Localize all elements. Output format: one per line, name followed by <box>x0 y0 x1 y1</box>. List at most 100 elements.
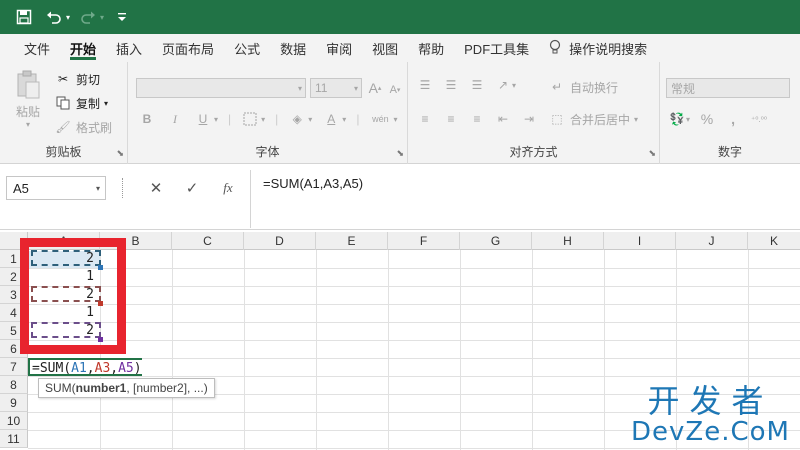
tell-me-label: 操作说明搜索 <box>569 41 648 57</box>
borders-dropdown-icon[interactable]: ▾ <box>261 115 265 124</box>
tab-home[interactable]: 开始 <box>60 34 106 62</box>
currency-dropdown-icon[interactable]: ▾ <box>686 115 690 124</box>
cut-button[interactable]: ✂ 剪切 <box>54 70 100 88</box>
formula-ref-a3: A3 <box>94 361 111 376</box>
tab-review[interactable]: 审阅 <box>316 34 362 62</box>
alignment-group-label: 对齐方式 <box>509 145 558 159</box>
font-color-dropdown-icon[interactable]: ▾ <box>342 115 346 124</box>
check-icon: ✓ <box>185 180 199 197</box>
align-bottom-icon[interactable]: ☰ <box>468 76 486 94</box>
fill-color-icon[interactable]: ◈ <box>288 110 306 128</box>
font-size-combo[interactable]: 11 ▾ <box>310 78 362 98</box>
borders-icon[interactable] <box>241 110 259 128</box>
enter-formula-button[interactable]: ✓ <box>180 178 204 198</box>
align-middle-icon[interactable]: ☰ <box>442 76 460 94</box>
undo-dropdown-icon[interactable]: ▾ <box>66 13 70 22</box>
merge-dropdown-icon[interactable]: ▾ <box>634 115 638 124</box>
name-box-value: A5 <box>13 180 29 196</box>
formula-bar-grip[interactable] <box>122 178 124 198</box>
number-format-combo[interactable]: 常规 <box>666 78 790 98</box>
decrease-indent-icon[interactable]: ⇤ <box>494 110 512 128</box>
shrink-font-icon[interactable]: A ▾ <box>386 81 404 99</box>
increase-decimal-icon[interactable]: ⁺⁰.⁰⁰ <box>750 110 768 128</box>
column-header-c[interactable]: C <box>172 232 244 250</box>
row-header[interactable]: 7 <box>0 358 28 376</box>
fill-dropdown-icon[interactable]: ▾ <box>308 115 312 124</box>
tab-view[interactable]: 视图 <box>362 34 408 62</box>
redo-dropdown-icon[interactable]: ▾ <box>100 13 104 22</box>
undo-icon[interactable] <box>42 5 66 29</box>
italic-button[interactable]: I <box>166 110 184 128</box>
cancel-formula-button[interactable]: ✕ <box>144 178 168 198</box>
clipboard-launcher-icon[interactable]: ⬊ <box>116 148 124 159</box>
column-header-j[interactable]: J <box>676 232 748 250</box>
customize-icon[interactable] <box>110 5 134 29</box>
function-tooltip[interactable]: SUM(number1, [number2], ...) <box>38 378 215 398</box>
format-painter-label: 格式刷 <box>76 120 113 135</box>
formula-suffix: ) <box>133 361 142 376</box>
copy-label: 复制 <box>76 96 101 111</box>
cell-a7-editor[interactable]: =SUM(A1,A3,A5) <box>28 358 142 376</box>
quick-access-toolbar: ▾ ▾ <box>0 0 134 34</box>
align-right-icon[interactable]: ≡ <box>468 110 486 128</box>
column-header-f[interactable]: F <box>388 232 460 250</box>
phonetic-icon[interactable]: wén <box>369 110 391 128</box>
align-left-icon[interactable]: ≡ <box>416 110 434 128</box>
copy-button[interactable]: 复制 ▾ <box>54 94 108 112</box>
formula-prefix: =SUM( <box>32 361 72 376</box>
tab-help[interactable]: 帮助 <box>408 34 454 62</box>
save-icon[interactable] <box>12 5 36 29</box>
bold-button[interactable]: B <box>138 110 156 128</box>
underline-button[interactable]: U <box>194 110 212 128</box>
scissors-icon: ✂ <box>57 72 69 86</box>
alignment-launcher-icon[interactable]: ⬊ <box>648 148 656 159</box>
tell-me-search[interactable]: 操作说明搜索 <box>539 34 657 62</box>
font-name-combo[interactable]: ▾ <box>136 78 306 98</box>
row-header[interactable]: 9 <box>0 394 28 412</box>
chevron-down-icon[interactable]: ▾ <box>96 184 100 193</box>
align-top-icon[interactable]: ☰ <box>416 76 434 94</box>
row-header[interactable]: 8 <box>0 376 28 394</box>
paste-button[interactable]: 粘贴 ▾ <box>12 70 44 129</box>
tab-file[interactable]: 文件 <box>14 34 60 62</box>
row-header[interactable]: 11 <box>0 430 28 448</box>
tab-data[interactable]: 数据 <box>270 34 316 62</box>
merge-center-button[interactable]: ⬚ 合并后居中 ▾ <box>548 110 638 128</box>
phonetic-dropdown-icon[interactable]: ▾ <box>393 115 397 124</box>
align-center-icon[interactable]: ≡ <box>442 110 460 128</box>
merge-center-label: 合并后居中 <box>570 112 631 127</box>
orientation-icon[interactable]: ↗ <box>494 76 512 94</box>
increase-indent-icon[interactable]: ⇥ <box>520 110 538 128</box>
wrap-text-button[interactable]: ↵ 自动换行 <box>548 78 618 96</box>
percent-button[interactable]: % <box>698 110 716 128</box>
column-header-h[interactable]: H <box>532 232 604 250</box>
row-header[interactable]: 10 <box>0 412 28 430</box>
format-painter-button[interactable]: 🖌 格式刷 <box>54 118 112 136</box>
column-header-e[interactable]: E <box>316 232 388 250</box>
column-header-i[interactable]: I <box>604 232 676 250</box>
tab-formulas[interactable]: 公式 <box>224 34 270 62</box>
fx-icon: fx <box>223 180 233 195</box>
grow-font-icon[interactable]: A ▴ <box>366 79 384 97</box>
comma-button[interactable]: , <box>724 110 742 128</box>
column-header-g[interactable]: G <box>460 232 532 250</box>
font-color-icon[interactable]: A <box>322 110 340 128</box>
redo-icon[interactable] <box>76 5 100 29</box>
formula-input[interactable]: =SUM(A1,A3,A5) <box>250 170 800 228</box>
font-launcher-icon[interactable]: ⬊ <box>396 148 404 159</box>
paste-label: 粘贴 <box>15 105 40 119</box>
cut-label: 剪切 <box>76 72 101 87</box>
orientation-dropdown-icon[interactable]: ▾ <box>512 81 516 90</box>
tab-pdf-tools[interactable]: PDF工具集 <box>454 34 539 62</box>
name-box[interactable]: A5 ▾ <box>6 176 106 200</box>
column-header-k[interactable]: K <box>748 232 800 250</box>
number-format-value: 常规 <box>671 81 696 96</box>
currency-icon[interactable]: 💱 <box>668 110 686 128</box>
group-alignment: ☰ ☰ ☰ ↗ ▾ ↵ 自动换行 ≡ ≡ ≡ ⇤ ⇥ ⬚ 合并后居中 ▾ 对齐方… <box>408 62 660 164</box>
column-header-d[interactable]: D <box>244 232 316 250</box>
insert-function-button[interactable]: fx <box>216 178 240 198</box>
tab-page-layout[interactable]: 页面布局 <box>152 34 224 62</box>
underline-dropdown-icon[interactable]: ▾ <box>214 115 218 124</box>
tab-insert[interactable]: 插入 <box>106 34 152 62</box>
tooltip-function[interactable]: SUM( <box>45 381 76 395</box>
